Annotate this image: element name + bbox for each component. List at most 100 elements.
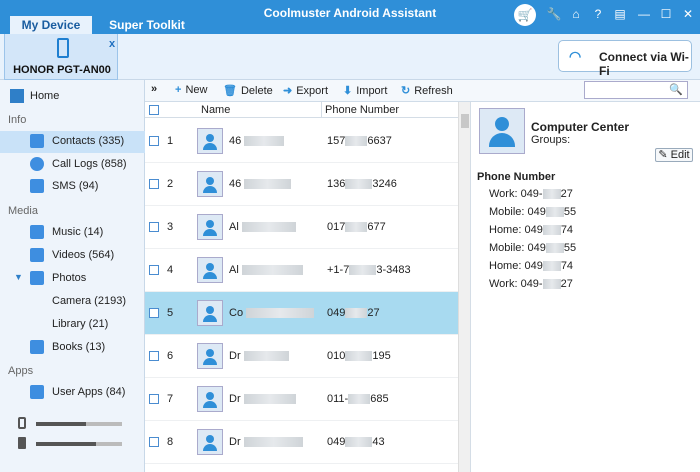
table-row[interactable]: 2 46 136 3246 [145,163,458,206]
cart-icon[interactable]: 🛒 [514,4,536,26]
close-button[interactable]: ✕ [678,5,698,23]
table-row[interactable]: 3 Al 017 677 [145,206,458,249]
sidebar-item-library[interactable]: Library (21) [0,314,145,336]
edit-button[interactable]: ✎ Edit [655,148,693,162]
key-icon[interactable]: 🔧 [544,5,564,23]
column-phone-header[interactable]: Phone Number [325,104,399,116]
edit-label: Edit [670,149,690,161]
sidebar-item-user-apps[interactable]: User Apps (84) [0,382,145,404]
help-icon[interactable]: ? [588,5,608,23]
sidebar-contacts-label: Contacts (335) [52,135,125,147]
sidebar-item-photos[interactable]: ▼ Photos [0,268,145,290]
sidebar-item-home[interactable]: Home [0,86,145,108]
row-checkbox[interactable] [149,136,159,146]
device-close-icon[interactable]: x [109,38,115,50]
sidebar-item-videos[interactable]: Videos (564) [0,245,145,267]
sidebar-item-camera[interactable]: Camera (2193) [0,291,145,313]
table-row[interactable]: 8 Dr 049 43 [145,421,458,464]
phone-entry: Work: 049- 27 [489,278,573,290]
collapse-triangle-icon[interactable]: ▼ [14,272,23,282]
sidebar-item-contacts[interactable]: Contacts (335) [0,131,145,153]
delete-button[interactable]: 🗑 Delete [223,84,273,97]
device-tab[interactable]: x HONOR PGT-AN00 [4,34,118,80]
row-number: 6 [167,350,174,362]
sidebar-videos-label: Videos (564) [52,249,115,261]
contact-avatar-icon [197,429,223,455]
row-checkbox[interactable] [149,265,159,275]
contact-avatar-icon [197,257,223,283]
connect-wifi-button[interactable]: ◠ Connect via Wi-Fi [558,40,692,78]
search-input[interactable]: 🔍 [584,81,688,99]
table-row[interactable]: 7 Dr 011- 685 [145,378,458,421]
sidebar: Home Info Contacts (335) Call Logs (858)… [0,80,145,472]
contact-phone-cell: 011- 685 [327,393,389,405]
device-name: HONOR PGT-AN00 [13,64,111,76]
row-checkbox[interactable] [149,394,159,404]
sidebar-item-books[interactable]: Books (13) [0,337,145,359]
row-number: 5 [167,307,174,319]
new-label: New [185,84,208,96]
row-checkbox[interactable] [149,179,159,189]
row-checkbox[interactable] [149,308,159,318]
contact-name-cell: Co [229,307,315,319]
sd-storage-bar [36,442,122,446]
phone-entry: Mobile: 049 55 [489,206,577,218]
sidebar-item-sms[interactable]: SMS (94) [0,176,145,198]
internal-storage-icon [18,417,26,429]
contact-avatar [479,108,525,154]
contact-groups: Groups: [531,134,571,146]
sd-card-icon [18,437,26,449]
import-icon: ⬇ [343,85,353,97]
contact-phone-cell: 157 6637 [327,135,392,147]
import-button[interactable]: ⬇ Import [343,84,387,97]
book-icon [30,340,44,354]
table-row[interactable]: 1 46 157 6637 [145,120,458,163]
minimize-button[interactable]: — [634,5,654,23]
phone-entry: Work: 049- 27 [489,188,573,200]
section-media: Media [8,205,38,217]
row-number: 7 [167,393,174,405]
search-icon[interactable]: 🔍 [669,83,683,96]
contact-phone-cell: 049 27 [327,307,380,319]
table-header: Name Phone Number [145,102,458,118]
collapse-sidebar-button[interactable]: » [151,83,157,95]
table-row[interactable]: 5 Co 049 27 [145,292,458,335]
export-button[interactable]: ➜ Export [283,84,328,97]
new-button[interactable]: + New [175,84,207,96]
video-icon [30,248,44,262]
select-all-checkbox[interactable] [149,105,159,115]
home-window-icon[interactable]: ⌂ [566,5,586,23]
contact-phone-cell: +1-7 3-3483 [327,264,411,276]
sidebar-camera-label: Camera (2193) [52,295,126,307]
feedback-icon[interactable]: ▤ [610,5,630,23]
row-checkbox[interactable] [149,222,159,232]
contact-avatar-icon [197,300,223,326]
contact-detail-pane: Computer Center Groups: ✎ Edit Phone Num… [470,102,700,472]
scrollbar-thumb[interactable] [461,114,469,128]
tab-super-toolkit[interactable]: Super Toolkit [104,16,190,34]
sidebar-calllogs-label: Call Logs (858) [52,158,127,170]
tab-my-device[interactable]: My Device [10,16,92,34]
sidebar-home-label: Home [30,90,60,102]
export-label: Export [296,85,329,97]
refresh-button[interactable]: ↻ Refresh [401,84,453,97]
phone-entry: Home: 049 74 [489,224,574,236]
home-icon [10,89,24,103]
sidebar-photos-label: Photos [52,272,87,284]
row-checkbox[interactable] [149,437,159,447]
phone-icon [57,38,69,58]
table-row[interactable]: 6 Dr 010 195 [145,335,458,378]
contact-avatar-icon [197,171,223,197]
maximize-button[interactable]: ☐ [656,5,676,23]
table-scrollbar[interactable] [458,102,470,472]
column-name-header[interactable]: Name [201,104,230,116]
table-row[interactable]: 4 Al +1-7 3-3483 [145,249,458,292]
column-divider [321,102,322,118]
row-checkbox[interactable] [149,351,159,361]
sidebar-item-call-logs[interactable]: Call Logs (858) [0,154,145,176]
sidebar-item-music[interactable]: Music (14) [0,222,145,244]
contact-name-cell: Dr [229,350,289,362]
row-number: 2 [167,178,174,190]
section-info: Info [8,114,27,126]
row-number: 8 [167,436,174,448]
